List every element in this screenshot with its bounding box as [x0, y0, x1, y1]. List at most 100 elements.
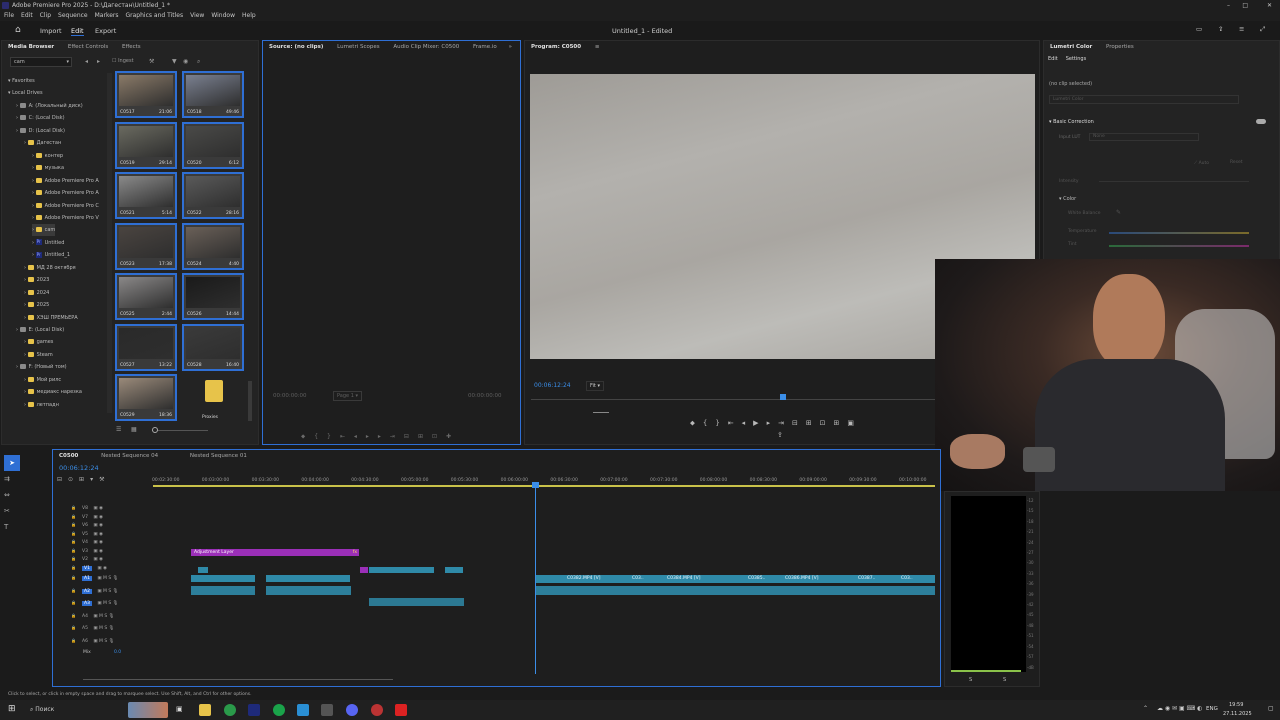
- tree-item[interactable]: › 2025: [24, 299, 49, 311]
- timeline-horizontal-scrollbar[interactable]: [83, 679, 393, 680]
- clip-thumbnail[interactable]: C0523 17:38: [115, 222, 177, 270]
- clip-thumbnail[interactable]: C0519 29:14: [115, 121, 177, 169]
- tree-item[interactable]: › 2024: [24, 287, 49, 299]
- tab-sequence-c0500[interactable]: C0500: [59, 453, 78, 459]
- lock-icon[interactable]: 🔒: [71, 565, 76, 570]
- taskbar-search[interactable]: ⌕ Поиск: [30, 706, 54, 714]
- app-icon-1[interactable]: [321, 704, 333, 716]
- lock-icon[interactable]: 🔒: [71, 638, 76, 643]
- location-dropdown[interactable]: cam ▾: [10, 57, 72, 67]
- subtab-settings[interactable]: Settings: [1066, 56, 1087, 62]
- clip-thumbnail[interactable]: C0517 21:06: [115, 71, 177, 118]
- v1-clip-a[interactable]: [191, 575, 255, 582]
- v1-clip-sequence[interactable]: C0382.MP4 [V] C03.. C0384.MP4 [V] C0385.…: [535, 575, 935, 583]
- track-select-icon[interactable]: ⇉: [4, 471, 20, 487]
- video-track-header[interactable]: 🔒 V1 ▣ ◉: [71, 564, 151, 572]
- clip-thumbnail[interactable]: C0520 6:12: [182, 121, 244, 169]
- tab-properties[interactable]: Properties: [1106, 44, 1134, 50]
- ripple-edit-icon[interactable]: ⇔: [4, 487, 20, 503]
- reset-button[interactable]: Reset: [1230, 160, 1243, 165]
- adjustment-layer-clip[interactable]: Adjustment Layer fx: [191, 549, 359, 556]
- tree-item[interactable]: › Adobe Premiere Pro A: [32, 175, 99, 187]
- tree-item[interactable]: › Adobe Premiere Pro A: [32, 187, 99, 199]
- view-icon[interactable]: ◉: [183, 58, 188, 65]
- clip-thumbnail[interactable]: C0525 2:44: [115, 273, 177, 320]
- share-icon[interactable]: ⇪: [1218, 25, 1223, 33]
- type-tool-icon[interactable]: T: [4, 519, 20, 535]
- menu-icon[interactable]: ≡: [1239, 25, 1244, 33]
- timeline-timecode[interactable]: 00:06:12:24: [59, 464, 99, 472]
- file-explorer-icon[interactable]: [199, 704, 211, 716]
- tray-icons[interactable]: ☁ ◉ ✉ ▣ ⌨ ◐: [1157, 705, 1202, 712]
- v1-clip-b[interactable]: [266, 575, 350, 582]
- tree-item[interactable]: › Pr Untitled_1: [32, 249, 70, 261]
- video-track-header[interactable]: 🔒 V2 ▣ ◉: [71, 555, 151, 563]
- taskbar-widget[interactable]: [128, 702, 168, 718]
- forward-icon[interactable]: ▸: [97, 58, 100, 65]
- program-transport-controls[interactable]: ⬥{}⇤◂▶▸⇥⊟⊞⊡⊞▣: [690, 419, 915, 428]
- tree-item[interactable]: › МД 28 октября: [24, 262, 76, 274]
- program-playhead[interactable]: [780, 394, 786, 400]
- tab-nested-sequence-04[interactable]: Nested Sequence 04: [101, 453, 158, 459]
- auto-button[interactable]: ⟋ Auto: [1194, 160, 1209, 166]
- tab-export[interactable]: Export: [95, 27, 116, 35]
- eye-icon[interactable]: ▣ ◉: [92, 549, 103, 554]
- export-frame-icon[interactable]: ⇪: [777, 431, 783, 439]
- video-track-header[interactable]: 🔒 V4 ▣ ◉: [71, 538, 151, 546]
- v2-clip-b[interactable]: [445, 567, 463, 573]
- mute-solo-icons[interactable]: ▣ M S 🎙: [92, 614, 114, 619]
- ingest-checkbox[interactable]: ☐ Ingest: [112, 58, 134, 64]
- eye-icon[interactable]: ▣ ◉: [92, 515, 103, 520]
- zoom-slider-handle[interactable]: [152, 427, 158, 433]
- menu-graphics[interactable]: Graphics and Titles: [126, 12, 184, 19]
- tree-item[interactable]: › C: (Local Disk): [16, 112, 65, 124]
- lock-icon[interactable]: 🔒: [71, 539, 76, 544]
- tree-item[interactable]: › Adobe Premiere Pro V: [32, 212, 99, 224]
- clip-thumbnail[interactable]: Proxies: [182, 374, 244, 421]
- tree-item[interactable]: › A: (Локальный диск): [16, 100, 83, 112]
- v2-clip-group[interactable]: [369, 567, 434, 573]
- close-icon[interactable]: ✕: [1267, 0, 1272, 11]
- mute-solo-icons[interactable]: ▣ M S 🎙: [96, 576, 118, 581]
- tree-item[interactable]: › Steam: [24, 349, 53, 361]
- workspaces-icon[interactable]: ▭: [1196, 25, 1202, 33]
- basic-correction-header[interactable]: ▾ Basic Correction: [1049, 119, 1094, 125]
- menu-file[interactable]: File: [4, 12, 14, 19]
- tab-frame-io[interactable]: Frame.io: [473, 44, 497, 50]
- wrench-icon[interactable]: ⚒: [149, 58, 154, 65]
- tab-lumetri-scopes[interactable]: Lumetri Scopes: [337, 44, 380, 50]
- a1-audio-a[interactable]: [191, 586, 255, 595]
- menu-clip[interactable]: Clip: [40, 12, 51, 19]
- eye-icon[interactable]: ▣ ◉: [96, 566, 107, 571]
- timeline-playhead[interactable]: [535, 482, 536, 674]
- page-dropdown[interactable]: Page 1 ▾: [333, 391, 362, 401]
- lock-icon[interactable]: 🔒: [71, 531, 76, 536]
- eye-icon[interactable]: ▣ ◉: [92, 540, 103, 545]
- color-section-header[interactable]: ▾ Color: [1059, 196, 1076, 202]
- minimize-icon[interactable]: –: [1227, 0, 1230, 11]
- mute-solo-icons[interactable]: ▣ M S 🎙: [92, 626, 114, 631]
- maximize-icon[interactable]: □: [1242, 0, 1248, 11]
- lock-icon[interactable]: 🔒: [71, 514, 76, 519]
- app-icon-2[interactable]: [395, 704, 407, 716]
- tab-import[interactable]: Import: [40, 27, 62, 35]
- lock-icon[interactable]: 🔒: [71, 625, 76, 630]
- meter-solo-left[interactable]: S: [969, 677, 972, 683]
- clip-thumbnail[interactable]: C0526 14:44: [182, 273, 244, 320]
- clock-time[interactable]: 19:59: [1229, 702, 1243, 708]
- home-icon[interactable]: ⌂: [15, 25, 21, 35]
- chrome-icon[interactable]: [224, 704, 236, 716]
- tab-media-browser[interactable]: Media Browser: [8, 44, 54, 50]
- telegram-icon[interactable]: [297, 704, 309, 716]
- icon-view-icon[interactable]: ▦: [131, 426, 137, 433]
- menu-markers[interactable]: Markers: [95, 12, 119, 19]
- video-track-header[interactable]: 🔒 V7 ▣ ◉: [71, 513, 151, 521]
- audio-track-header[interactable]: 🔒 A3 ▣ M S 🎙: [71, 599, 151, 607]
- video-track-header[interactable]: 🔒 V3 ▣ ◉: [71, 547, 151, 555]
- tree-item[interactable]: › ХЭШ ПРЕМЬЕРА: [24, 312, 78, 324]
- audio-track-header[interactable]: 🔒 A2 ▣ M S 🎙: [71, 587, 151, 595]
- razor-tool-icon[interactable]: ✂: [4, 503, 20, 519]
- a1-audio-sequence[interactable]: [535, 586, 935, 595]
- timeline-tools[interactable]: ⊟⊙⊞▾⚒: [57, 476, 137, 483]
- basic-correction-toggle[interactable]: [1256, 119, 1266, 124]
